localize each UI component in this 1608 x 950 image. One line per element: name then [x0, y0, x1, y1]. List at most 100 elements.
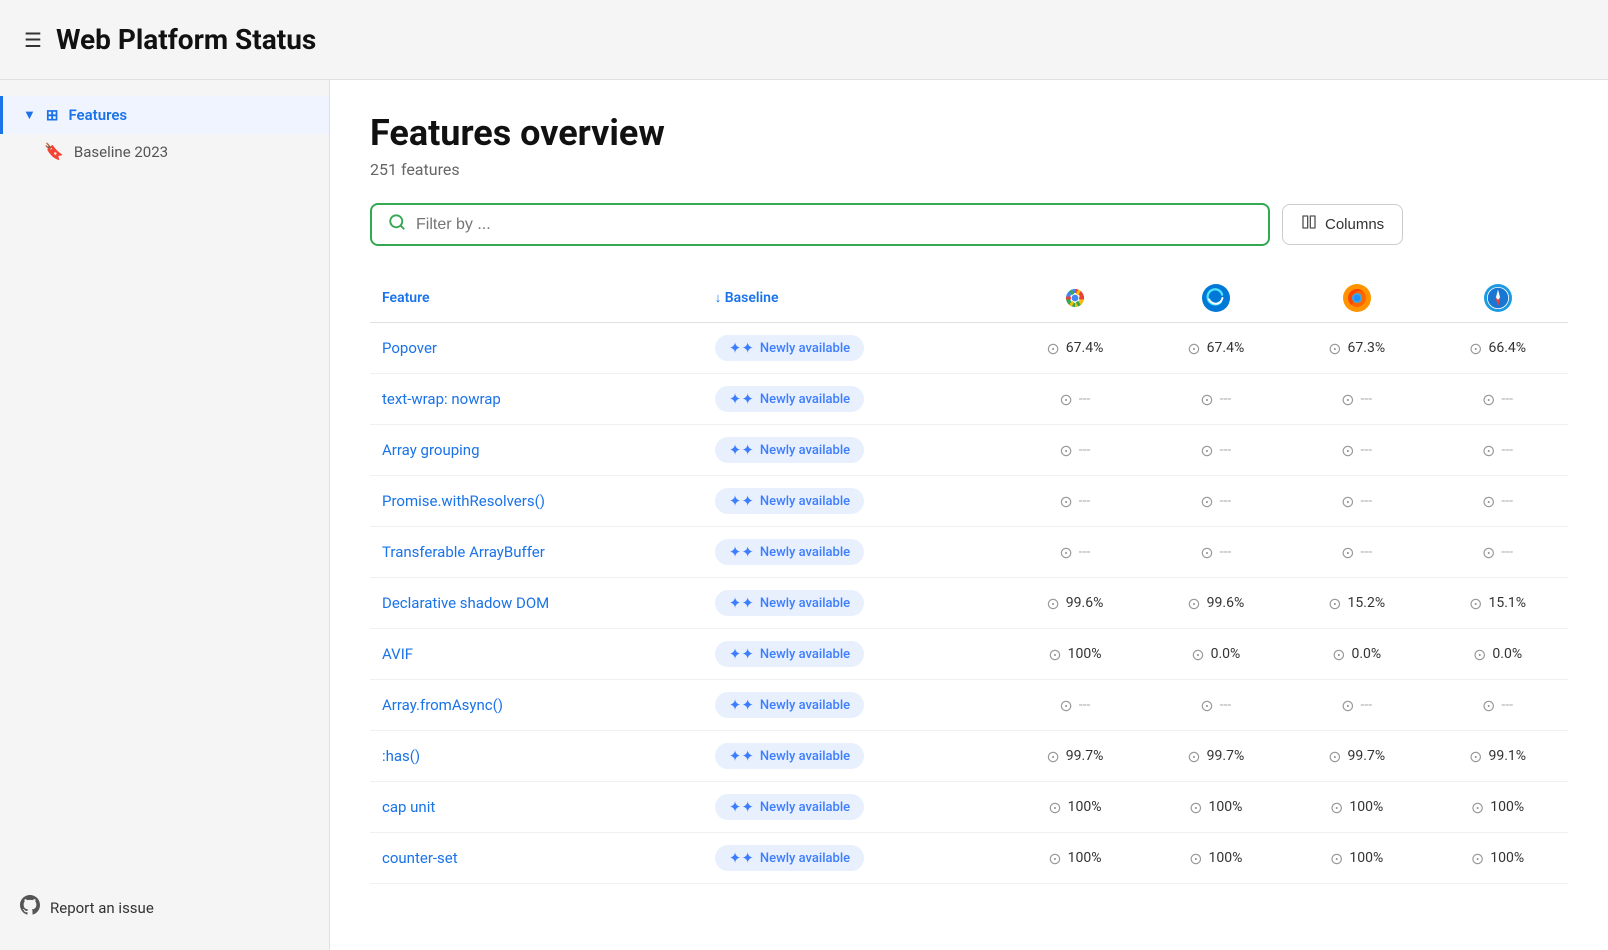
check-icon: ⊙	[1341, 390, 1354, 409]
check-icon: ⊙	[1200, 441, 1213, 460]
check-icon: ⊙	[1482, 492, 1495, 511]
baseline-cell: ✦✦Newly available	[703, 833, 1005, 884]
feature-link[interactable]: Popover	[382, 339, 437, 357]
sidebar-report-issue[interactable]: Report an issue	[0, 881, 329, 934]
browser-cell: ⊙ ---	[1427, 476, 1568, 527]
table-row: Array.fromAsync()✦✦Newly available⊙---⊙-…	[370, 680, 1568, 731]
browser-cell: ⊙67.4%	[1004, 323, 1145, 374]
feature-link[interactable]: cap unit	[382, 798, 435, 816]
check-icon: ⊙	[1187, 747, 1200, 766]
baseline-badge: ✦✦Newly available	[715, 692, 864, 718]
browser-cell: ⊙ 99.1%	[1427, 731, 1568, 782]
browser-pct: 0.0%	[1211, 646, 1241, 662]
table-row: Declarative shadow DOM✦✦Newly available⊙…	[370, 578, 1568, 629]
baseline-badge: ✦✦Newly available	[715, 845, 864, 871]
feature-link[interactable]: AVIF	[382, 645, 413, 663]
feature-link[interactable]: Declarative shadow DOM	[382, 594, 549, 612]
check-icon: ⊙	[1059, 696, 1072, 715]
sidebar-item-features[interactable]: ▼ ⊞ Features	[0, 96, 329, 134]
browser-cell: ⊙ 67.4%	[1145, 323, 1286, 374]
browser-cell: ⊙100%	[1004, 629, 1145, 680]
browser-pct: ---	[1079, 493, 1091, 509]
browser-pct: 99.1%	[1488, 748, 1526, 764]
browser-pct: 99.7%	[1207, 748, 1245, 764]
browser-cell: ⊙99.6%	[1145, 578, 1286, 629]
check-icon: ⊙	[1328, 339, 1341, 358]
search-input[interactable]	[416, 216, 1252, 234]
browser-pct: 0.0%	[1492, 646, 1522, 662]
baseline-cell: ✦✦Newly available	[703, 782, 1005, 833]
baseline-badge: ✦✦Newly available	[715, 641, 864, 667]
sparkle-icon: ✦✦	[729, 696, 754, 714]
browser-pct: 100%	[1209, 850, 1243, 866]
feature-cell: text-wrap: nowrap	[370, 374, 703, 425]
browser-pct: ---	[1361, 697, 1373, 713]
browser-pct: ---	[1220, 442, 1232, 458]
sparkle-icon: ✦✦	[729, 543, 754, 561]
check-icon: ⊙	[1059, 543, 1072, 562]
browser-cell: ⊙99.7%	[1004, 731, 1145, 782]
browser-cell: ⊙---	[1286, 425, 1427, 476]
browser-pct: 100%	[1068, 850, 1102, 866]
table-row: Transferable ArrayBuffer✦✦Newly availabl…	[370, 527, 1568, 578]
bookmark-icon: 🔖	[44, 142, 64, 161]
feature-cell: Transferable ArrayBuffer	[370, 527, 703, 578]
browser-cell: ⊙100%	[1145, 833, 1286, 884]
hamburger-icon[interactable]: ☰	[24, 28, 42, 52]
check-icon: ⊙	[1059, 390, 1072, 409]
check-icon: ⊙	[1482, 390, 1495, 409]
sidebar-baseline-label: Baseline 2023	[74, 143, 168, 161]
feature-link[interactable]: counter-set	[382, 849, 458, 867]
feature-link[interactable]: text-wrap: nowrap	[382, 390, 501, 408]
feature-cell: :has()	[370, 731, 703, 782]
baseline-cell: ✦✦Newly available	[703, 731, 1005, 782]
check-icon: ⊙	[1330, 798, 1343, 817]
browser-pct: ---	[1079, 544, 1091, 560]
baseline-cell: ✦✦Newly available	[703, 680, 1005, 731]
table-row: cap unit✦✦Newly available⊙100%⊙100%⊙100%…	[370, 782, 1568, 833]
baseline-badge: ✦✦Newly available	[715, 743, 864, 769]
browser-pct: 67.4%	[1207, 340, 1245, 356]
chevron-down-icon: ▼	[23, 107, 36, 123]
browser-pct: 100%	[1349, 799, 1383, 815]
check-icon: ⊙	[1046, 747, 1059, 766]
sparkle-icon: ✦✦	[729, 798, 754, 816]
browser-pct: 100%	[1068, 646, 1102, 662]
feature-link[interactable]: Array grouping	[382, 441, 480, 459]
columns-icon	[1301, 214, 1317, 235]
browser-pct: ---	[1079, 391, 1091, 407]
feature-cell: Popover	[370, 323, 703, 374]
browser-cell: ⊙100%	[1427, 782, 1568, 833]
feature-link[interactable]: Promise.withResolvers()	[382, 492, 545, 510]
check-icon: ⊙	[1469, 747, 1482, 766]
browser-pct: ---	[1501, 493, 1513, 509]
feature-link[interactable]: Transferable ArrayBuffer	[382, 543, 545, 561]
check-icon: ⊙	[1328, 594, 1341, 613]
sidebar-item-baseline[interactable]: 🔖 Baseline 2023	[0, 134, 329, 169]
browser-cell: ⊙ 67.3%	[1286, 323, 1427, 374]
browser-pct: 100%	[1068, 799, 1102, 815]
feature-count: 251 features	[370, 160, 1568, 179]
check-icon: ⊙	[1200, 492, 1213, 511]
browser-pct: ---	[1220, 544, 1232, 560]
check-icon: ⊙	[1200, 696, 1213, 715]
col-baseline[interactable]: ↓ Baseline	[703, 274, 1005, 323]
browser-pct: 67.4%	[1066, 340, 1104, 356]
header: ☰ Web Platform Status	[0, 0, 1608, 80]
feature-cell: Array grouping	[370, 425, 703, 476]
github-icon	[20, 895, 40, 920]
baseline-badge: ✦✦Newly available	[715, 437, 864, 463]
sidebar: ▼ ⊞ Features 🔖 Baseline 2023 Report an i…	[0, 80, 330, 950]
feature-link[interactable]: :has()	[382, 747, 420, 765]
layout: ▼ ⊞ Features 🔖 Baseline 2023 Report an i…	[0, 80, 1608, 950]
browser-pct: 67.3%	[1348, 340, 1386, 356]
col-feature[interactable]: Feature	[370, 274, 703, 323]
features-table: Feature ↓ Baseline	[370, 274, 1568, 884]
browser-pct: 66.4%	[1488, 340, 1526, 356]
check-icon: ⊙	[1187, 339, 1200, 358]
browser-pct: 100%	[1349, 850, 1383, 866]
columns-button[interactable]: Columns	[1282, 204, 1403, 245]
feature-link[interactable]: Array.fromAsync()	[382, 696, 503, 714]
browser-pct: ---	[1361, 442, 1373, 458]
browser-cell: ⊙---	[1286, 476, 1427, 527]
